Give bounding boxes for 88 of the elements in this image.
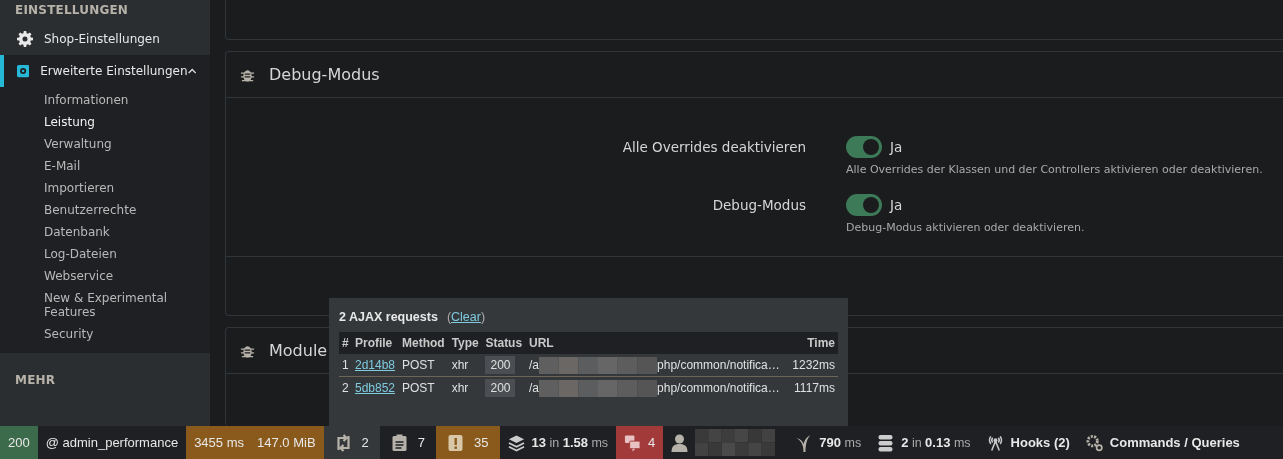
gears-icon	[1085, 433, 1103, 452]
column-header: Method	[398, 332, 449, 354]
toolbar-item[interactable]: 200	[0, 426, 38, 459]
clear-link[interactable]: Clear	[451, 310, 481, 324]
toolbar-text: 35	[474, 435, 489, 450]
table-cell: xhr	[448, 376, 483, 399]
toolbar-item[interactable]: 790 ms	[787, 426, 870, 459]
popup-title: 2 AJAX requests	[339, 310, 438, 324]
toggle-state: Ja	[890, 139, 903, 155]
panel-title: Debug-Modus	[269, 65, 380, 84]
toolbar-text: 2 in 0.13 ms	[901, 435, 971, 450]
sidebar-subitem[interactable]: E-Mail	[44, 155, 210, 177]
setting-label: Alle Overrides deaktivieren	[621, 138, 807, 157]
toolbar-item[interactable]: 4	[616, 426, 664, 459]
sidebar-section-title: EINSTELLUNGEN	[15, 3, 130, 17]
settings-icon	[17, 63, 30, 79]
toolbar-text: 147.0 MiB	[257, 435, 316, 450]
toolbar-item[interactable]: 13 in 1.58 ms	[499, 426, 617, 459]
table-cell: POST	[398, 354, 449, 377]
column-header: #	[339, 332, 352, 354]
toolbar-text: 790 ms	[819, 435, 862, 450]
speech-bubbles-icon	[624, 433, 642, 452]
panel-title: Module	[269, 341, 328, 360]
toolbar-item[interactable]: 2	[323, 426, 380, 459]
url-text: php/common/notifica…	[657, 381, 780, 395]
user-icon	[671, 433, 689, 452]
toolbar-item[interactable]: 3455 ms 147.0 MiB	[186, 426, 324, 459]
column-header: Status	[482, 332, 527, 354]
column-header: Profile	[351, 332, 399, 354]
toolbar-item[interactable]: Hooks (2)	[978, 426, 1078, 459]
toolbar-item[interactable]: 7	[379, 426, 437, 459]
sidebar-subitem[interactable]: Leistung	[44, 111, 210, 133]
toggle-switch[interactable]	[846, 194, 882, 216]
profile-link[interactable]: 2d14b8	[354, 358, 395, 372]
sidebar-subitem[interactable]: Security	[44, 323, 210, 345]
column-header: URL	[526, 332, 789, 354]
toolbar-text: Hooks (2)	[1010, 435, 1070, 450]
profile-link[interactable]: 5db852	[354, 381, 395, 395]
sidebar-subitem[interactable]: Datenbank	[44, 221, 210, 243]
table-cell: 1	[339, 354, 352, 377]
bracket: (	[446, 310, 452, 324]
sidebar-subitem[interactable]: Informationen	[44, 89, 210, 111]
sidebar-item[interactable]: Shop-Einstellungen	[0, 23, 210, 55]
toolbar-text: 4	[648, 435, 656, 450]
table-cell: POST	[398, 376, 449, 399]
status-badge: 200	[485, 379, 516, 397]
toolbar-item[interactable]: @ admin_performance	[37, 426, 187, 459]
table-cell: 2	[339, 376, 352, 399]
sidebar-section-title: MEHR	[15, 373, 57, 387]
setting-help: Debug-Modus aktivieren oder deaktivieren.	[846, 221, 1085, 234]
toolbar-item[interactable]: 2 in 0.13 ms	[869, 426, 979, 459]
toolbar-item[interactable]: 35	[436, 426, 500, 459]
table-cell: xhr	[448, 354, 483, 377]
antenna-icon	[986, 433, 1004, 452]
url-text: php/common/notifica…	[657, 358, 780, 372]
sidebar-subitem[interactable]: Webservice	[44, 265, 210, 287]
setting-label: Debug-Modus	[711, 196, 807, 215]
table-cell: 1117ms	[788, 376, 838, 399]
sidebar-subitem[interactable]: Verwaltung	[44, 133, 210, 155]
toolbar-text: @ admin_performance	[45, 435, 179, 450]
column-header: Time	[788, 332, 838, 354]
toolbar-text: 7	[417, 435, 426, 450]
layers-icon	[507, 433, 525, 452]
clipboard-icon	[390, 433, 408, 452]
toolbar-text: 200	[8, 435, 30, 450]
toolbar-text: 2	[361, 435, 369, 450]
toolbar-item[interactable]: Commands / Queries	[1077, 426, 1248, 459]
toolbar-text: Commands / Queries	[1109, 435, 1240, 450]
chevron-up-icon	[187, 67, 196, 75]
sidebar-subitem[interactable]: Benutzerrechte	[44, 199, 210, 221]
toggle-switch[interactable]	[846, 136, 882, 158]
toolbar-text: 13 in 1.58 ms	[531, 435, 609, 450]
url-text: /a	[529, 381, 540, 395]
gear-icon	[17, 31, 33, 47]
database-icon	[877, 433, 895, 452]
bracket: )	[480, 310, 486, 324]
sidebar-subitem[interactable]: Importieren	[44, 177, 210, 199]
arrows-icon	[334, 433, 352, 452]
status-badge: 200	[485, 356, 516, 374]
sidebar-subitem[interactable]: New & Experimental Features	[44, 287, 210, 323]
sidebar-subitem[interactable]: Log-Dateien	[44, 243, 210, 265]
table-cell: 1232ms	[788, 354, 838, 377]
column-header: Type	[448, 332, 483, 354]
setting-help: Alle Overrides der Klassen und der Controllers aktivieren oder deaktivieren.	[846, 163, 1263, 176]
alert-icon	[447, 433, 465, 452]
toggle-state: Ja	[890, 197, 903, 213]
toolbar-text: 3455 ms	[194, 435, 244, 450]
url-text: /a	[529, 358, 540, 372]
